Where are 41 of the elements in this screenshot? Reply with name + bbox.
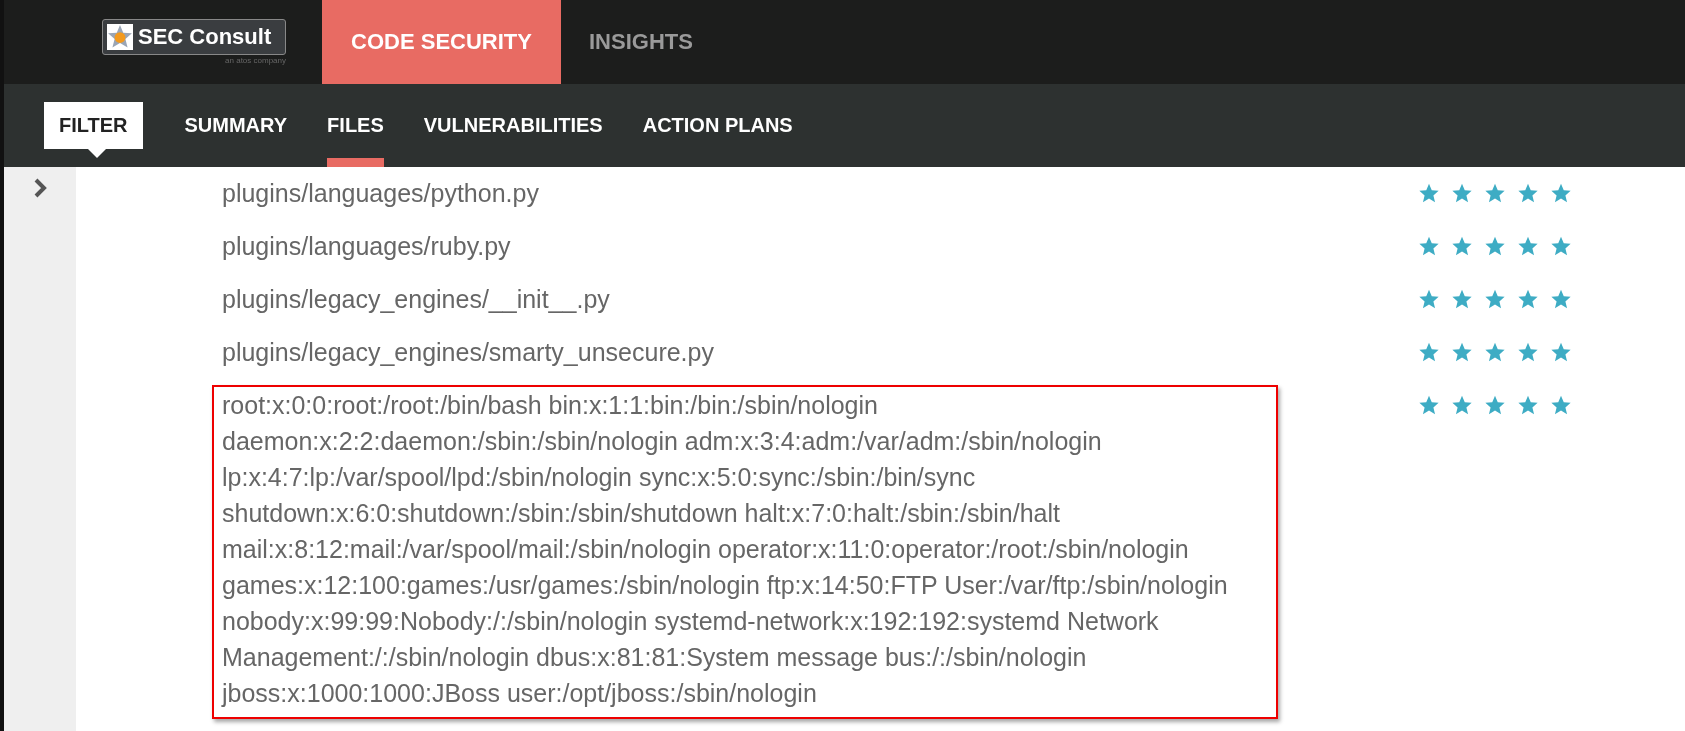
star-icon: [1451, 182, 1473, 204]
nav-tab[interactable]: FILES: [307, 84, 404, 167]
star-icon: [1517, 394, 1539, 416]
star-icon: [1550, 288, 1572, 310]
logo-name: SEC Consult: [138, 24, 272, 50]
star-icon: [1451, 288, 1473, 310]
star-logo-icon: [107, 24, 133, 50]
file-path: plugins/legacy_engines/__init__.py: [221, 284, 611, 315]
star-icon: [1484, 341, 1506, 363]
star-icon: [1484, 182, 1506, 204]
star-icon: [1517, 182, 1539, 204]
star-icon: [1517, 288, 1539, 310]
file-path: root:x:0:0:root:/root:/bin/bash bin:x:1:1:bin:/bin:/sbin/nologin daemon:x:2:2:daemon:/sbin:/sbin/nologin adm:x:3:4:adm:/var/adm:/sbin/nologin lp:x:4:7:lp:/var/spool/lpd:/sbin/nologin sync:x:5:0:sync:/sbin:/bin/sync shutdown:x:6:0:shutdown:/sbin:/sbin/shutdown halt:x:7:0:halt:/sbin:/sbin/halt mail:x:8:12:mail:/var/spool/mail:/sbin/nologin operator:x:11:0:operator:/root:/sbin/nologin games:x:12:100:games:/usr/games:/sbin/nologin ftp:x:14:50:FTP User:/var/ftp:/sbin/nologin nobody:x:99:99:Nobody:/:/sbin/nologin systemd-network:x:192:192:systemd Network Management:/:/sbin/nologin dbus:x:81:81:System message bus:/:/sbin/nologin jboss:x:1000:1000:JBoss user:/opt/jboss:/sbin/nologin: [212, 385, 1278, 719]
star-icon: [1517, 341, 1539, 363]
star-icon: [1550, 182, 1572, 204]
star-icon: [1484, 288, 1506, 310]
star-icon: [1418, 182, 1440, 204]
star-icon: [1550, 341, 1572, 363]
nav-tab[interactable]: ACTION PLANS: [622, 84, 813, 167]
star-icon: [1550, 235, 1572, 257]
logo-tagline: an atos company: [225, 56, 286, 65]
nav-tab[interactable]: VULNERABILITIES: [403, 84, 623, 167]
file-path: plugins/languages/ruby.py: [221, 231, 512, 262]
nav-tab[interactable]: SUMMARY: [164, 84, 308, 167]
chevron-right-icon[interactable]: [33, 177, 47, 199]
star-icon: [1484, 394, 1506, 416]
star-icon: [1484, 235, 1506, 257]
star-icon: [1550, 394, 1572, 416]
star-icon: [1451, 394, 1473, 416]
file-path: plugins/legacy_engines/smarty_unsecure.py: [221, 337, 715, 368]
star-icon: [1418, 235, 1440, 257]
star-icon: [1451, 235, 1473, 257]
star-icon: [1517, 235, 1539, 257]
main-tab[interactable]: INSIGHTS: [561, 0, 721, 84]
logo[interactable]: SEC Consult: [102, 19, 286, 55]
pointer-icon: [88, 149, 106, 158]
star-icon: [1418, 394, 1440, 416]
star-icon: [1418, 341, 1440, 363]
star-icon: [1418, 288, 1440, 310]
star-icon: [1451, 341, 1473, 363]
file-path: plugins/languages/python.py: [221, 178, 540, 209]
